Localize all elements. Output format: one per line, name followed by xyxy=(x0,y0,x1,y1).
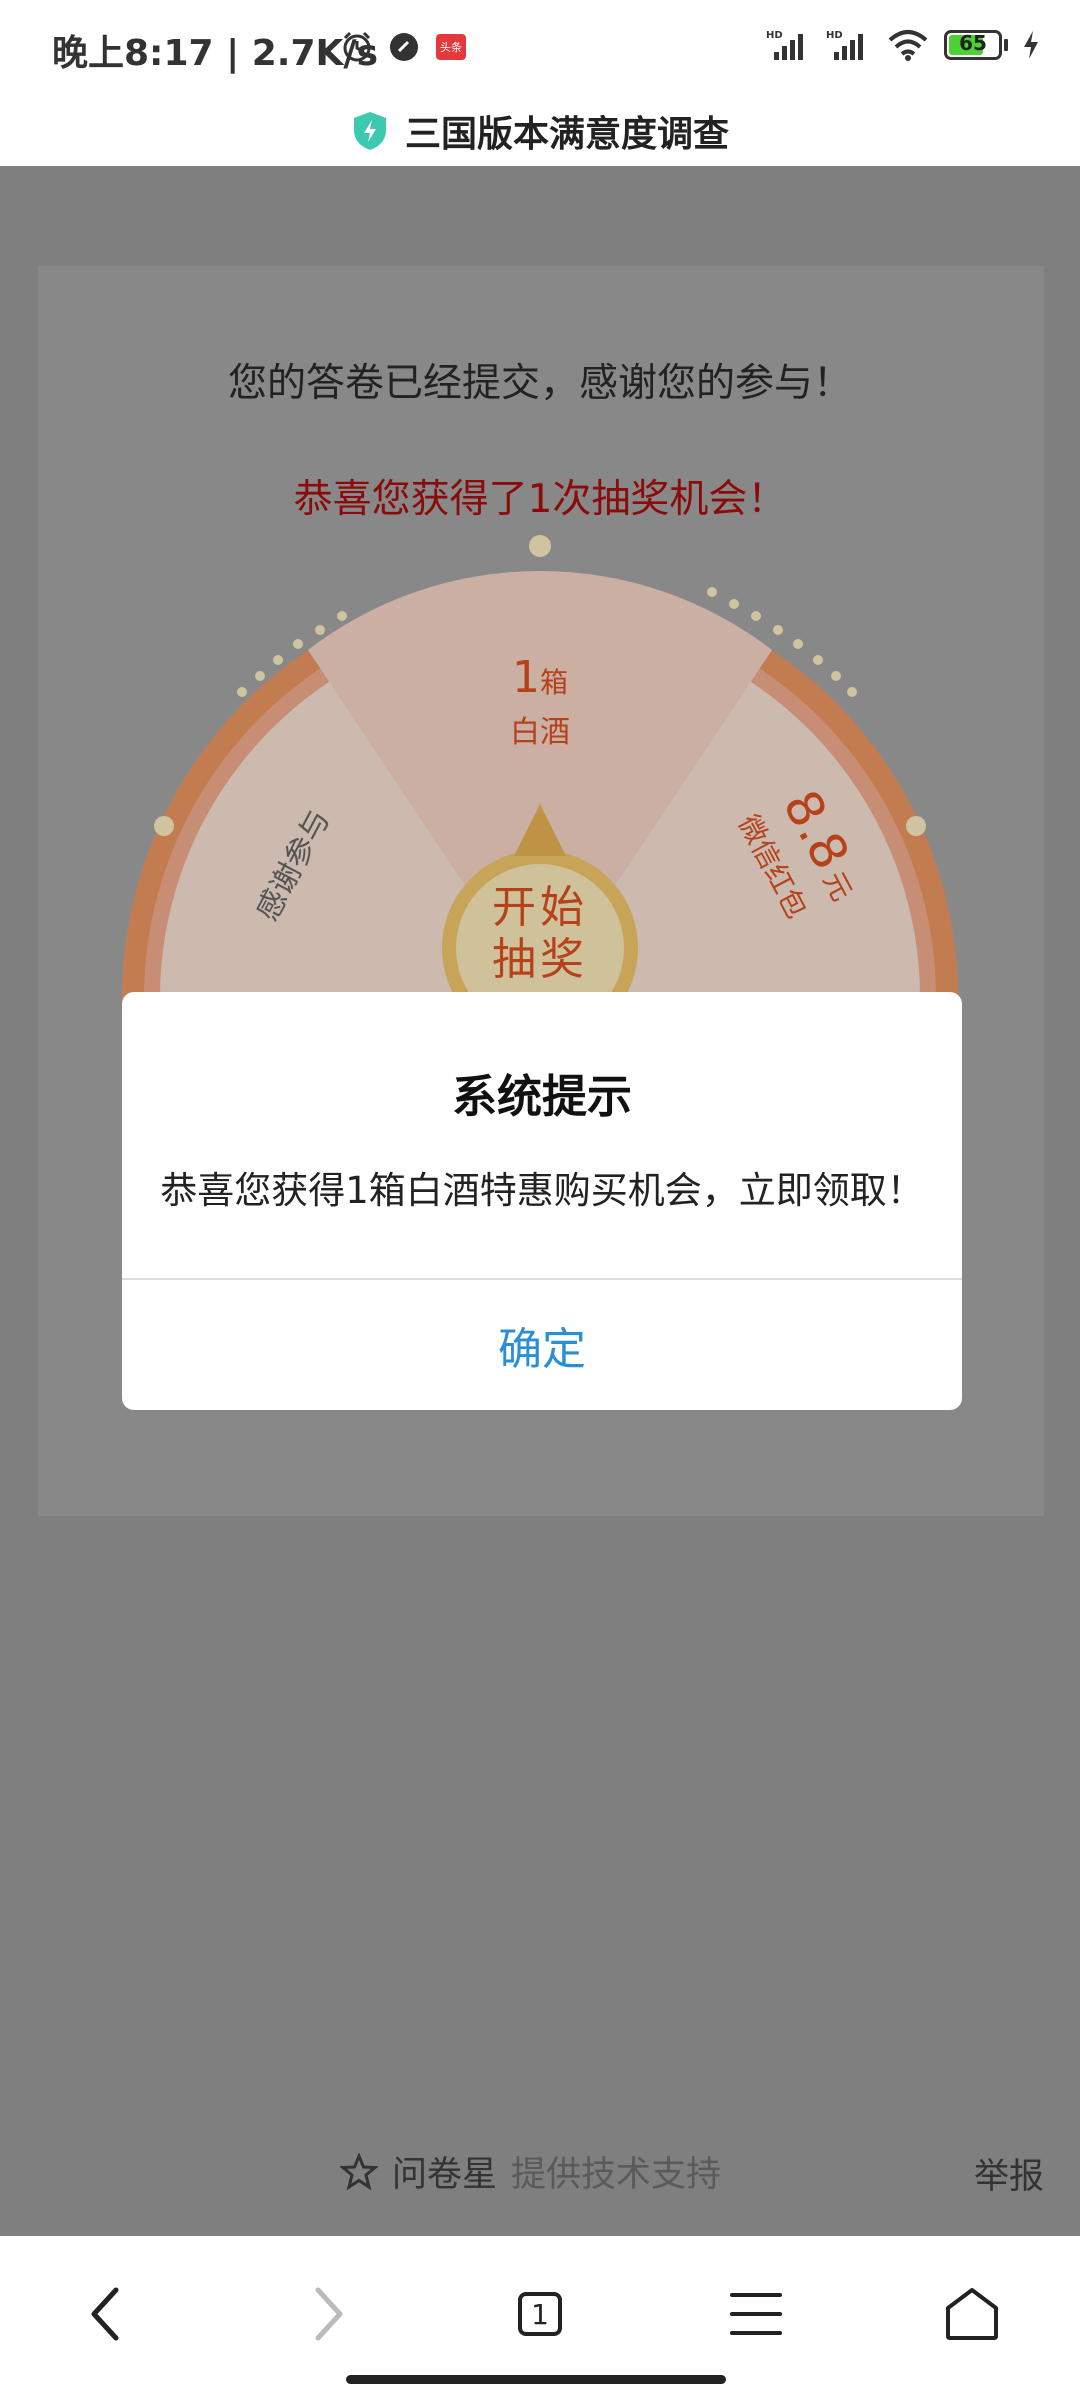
back-icon xyxy=(91,2287,119,2341)
status-notification-icons: 头条 xyxy=(340,30,468,64)
back-button[interactable] xyxy=(66,2274,146,2354)
status-bar: 晚上8:17 | 2.7K/s 头条 HD HD 65 xyxy=(0,0,1080,96)
tab-count: 1 xyxy=(531,2297,549,2331)
battery-level: 65 xyxy=(959,31,987,55)
home-indicator[interactable] xyxy=(346,2375,726,2384)
wifi-icon xyxy=(888,30,928,61)
toutiao-label: 头条 xyxy=(440,40,462,54)
forward-icon xyxy=(315,2287,343,2341)
app-icon xyxy=(390,33,418,61)
svg-text:HD: HD xyxy=(766,30,783,41)
dialog-message: 恭喜您获得1箱白酒特惠购买机会，立即领取！ xyxy=(160,1169,924,1212)
hd-signal-icon: HD xyxy=(766,30,803,60)
report-link[interactable]: 举报 xyxy=(974,2148,1044,2199)
status-system-icons: HD HD 65 xyxy=(766,28,1040,62)
prize-top-unit: 箱 xyxy=(540,666,568,699)
start-lottery-button[interactable]: 开始抽奖 xyxy=(474,882,606,986)
confirm-button[interactable]: 确定 xyxy=(122,1280,962,1410)
footer-support-text: 提供技术支持 xyxy=(511,2155,722,2195)
tabs-button[interactable]: 1 xyxy=(500,2274,580,2354)
prize-wheel: 1 箱 白酒 感谢参与 微信红包 8.8 元 开始抽奖 xyxy=(122,535,958,1000)
battery-tip xyxy=(1004,39,1008,51)
footer-credit: 问卷星 提供技术支持 xyxy=(340,2146,721,2197)
star-icon xyxy=(340,2152,378,2190)
alarm-icon xyxy=(343,31,371,62)
prize-top-name: 白酒 xyxy=(510,715,570,750)
hd-signal-icon: HD xyxy=(826,30,863,60)
menu-button[interactable] xyxy=(716,2274,796,2354)
status-time: 晚上8:17 | 2.7K/s xyxy=(52,33,379,74)
home-icon xyxy=(946,2288,998,2340)
toutiao-icon: 头条 xyxy=(436,34,466,60)
menu-icon xyxy=(730,2293,782,2335)
home-button[interactable] xyxy=(932,2274,1012,2354)
lottery-chance-message: 恭喜您获得了1次抽奖机会！ xyxy=(293,477,787,522)
page-title: 三国版本满意度调查 xyxy=(404,114,729,155)
tabs-icon: 1 xyxy=(518,2292,562,2336)
submitted-message: 您的答卷已经提交，感谢您的参与！ xyxy=(227,361,852,406)
system-alert-dialog: 系统提示 恭喜您获得1箱白酒特惠购买机会，立即领取！ 确定 xyxy=(122,992,962,1410)
dialog-title: 系统提示 xyxy=(451,1070,632,1123)
forward-button[interactable] xyxy=(288,2274,368,2354)
footer-brand[interactable]: 问卷星 xyxy=(392,2146,497,2197)
svg-text:HD: HD xyxy=(826,30,843,41)
battery-icon: 65 xyxy=(944,30,1002,60)
shield-icon xyxy=(353,112,386,150)
prize-top-number: 1 xyxy=(512,652,540,703)
title-bar: 三国版本满意度调查 xyxy=(0,96,1080,166)
charging-icon xyxy=(1024,31,1038,59)
